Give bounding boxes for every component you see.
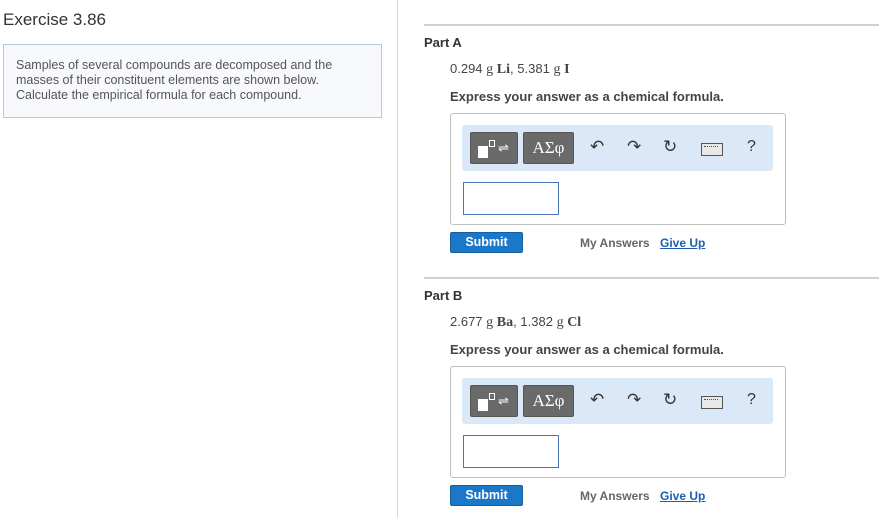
- template-box-icon: [478, 146, 488, 158]
- part-b-answer-editor: ⇌ ΑΣφ ↶ ↷ ↻ ?: [450, 366, 786, 478]
- answer-input[interactable]: [463, 182, 559, 215]
- separator: ,: [513, 314, 517, 329]
- problem-statement: Samples of several compounds are decompo…: [3, 44, 382, 118]
- mass-unit: g: [553, 62, 561, 77]
- keyboard-icon[interactable]: [701, 143, 723, 156]
- undo-icon[interactable]: ↶: [590, 390, 604, 410]
- element-symbol: I: [564, 62, 570, 77]
- part-divider: [424, 277, 879, 279]
- reset-icon[interactable]: ↻: [663, 137, 677, 157]
- mass-value: 0.294: [450, 61, 483, 76]
- part-a-answer-editor: ⇌ ΑΣφ ↶ ↷ ↻ ?: [450, 113, 786, 225]
- help-button[interactable]: ?: [747, 138, 756, 156]
- greek-symbols-button[interactable]: ΑΣφ: [523, 132, 574, 164]
- reset-icon[interactable]: ↻: [663, 390, 677, 410]
- equilibrium-arrow-icon: ⇌: [498, 393, 509, 408]
- exercise-title: Exercise 3.86: [3, 10, 106, 29]
- mass-value: 5.381: [517, 61, 550, 76]
- equilibrium-arrow-icon: ⇌: [498, 140, 509, 155]
- redo-icon[interactable]: ↷: [627, 390, 641, 410]
- submit-button[interactable]: Submit: [450, 485, 523, 506]
- answer-input[interactable]: [463, 435, 559, 468]
- part-divider: [424, 24, 879, 26]
- submit-button[interactable]: Submit: [450, 232, 523, 253]
- part-b-masses: 2.677 g Ba, 1.382 g Cl: [450, 314, 581, 331]
- mass-unit: g: [556, 315, 564, 330]
- template-box-icon: [478, 399, 488, 411]
- element-symbol: Ba: [496, 315, 514, 330]
- part-a-label: Part A: [424, 35, 462, 50]
- left-panel: Exercise 3.86 Samples of several compoun…: [0, 0, 398, 517]
- separator: ,: [510, 61, 514, 76]
- part-a-instruction: Express your answer as a chemical formul…: [450, 89, 724, 104]
- mass-unit: g: [486, 315, 494, 330]
- greek-symbols-button[interactable]: ΑΣφ: [523, 385, 574, 417]
- math-toolbar: ⇌ ΑΣφ ↶ ↷ ↻ ?: [462, 378, 773, 424]
- undo-icon[interactable]: ↶: [590, 137, 604, 157]
- keyboard-icon[interactable]: [701, 396, 723, 409]
- math-toolbar: ⇌ ΑΣφ ↶ ↷ ↻ ?: [462, 125, 773, 171]
- mass-value: 2.677: [450, 314, 483, 329]
- templates-button[interactable]: ⇌: [470, 385, 518, 417]
- my-answers-link[interactable]: My Answers: [580, 236, 650, 250]
- give-up-link[interactable]: Give Up: [660, 489, 705, 503]
- my-answers-link[interactable]: My Answers: [580, 489, 650, 503]
- templates-button[interactable]: ⇌: [470, 132, 518, 164]
- part-b-instruction: Express your answer as a chemical formul…: [450, 342, 724, 357]
- element-symbol: Cl: [567, 315, 582, 330]
- element-symbol: Li: [496, 62, 511, 77]
- superscript-box-icon: [489, 140, 495, 147]
- part-a-masses: 0.294 g Li, 5.381 g I: [450, 61, 570, 78]
- redo-icon[interactable]: ↷: [627, 137, 641, 157]
- give-up-link[interactable]: Give Up: [660, 236, 705, 250]
- superscript-box-icon: [489, 393, 495, 400]
- mass-unit: g: [486, 62, 494, 77]
- mass-value: 1.382: [520, 314, 553, 329]
- part-b-label: Part B: [424, 288, 463, 303]
- help-button[interactable]: ?: [747, 391, 756, 409]
